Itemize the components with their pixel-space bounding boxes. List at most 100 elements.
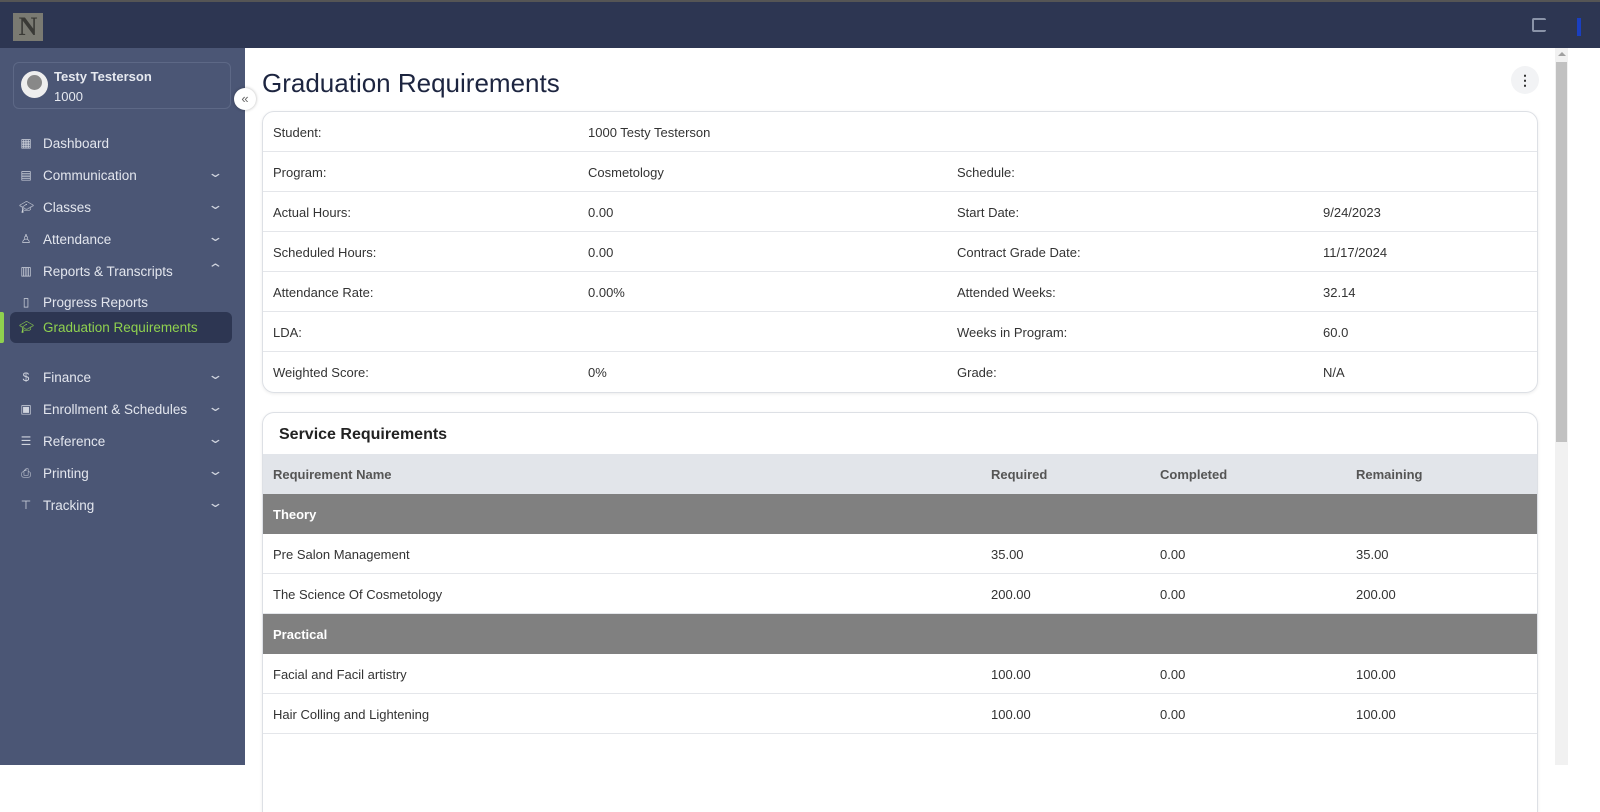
more-options-icon[interactable]: ⋮	[1511, 66, 1539, 94]
table-cell: 35.00	[1356, 547, 1389, 562]
info-label: Weighted Score:	[273, 365, 369, 380]
active-indicator	[0, 312, 4, 343]
chevron-down-icon[interactable]: ⌄	[207, 165, 223, 181]
table-cell: The Science Of Cosmetology	[273, 587, 443, 602]
sidebar-item-classes[interactable]: 🎓︎ Classes ⌄	[0, 192, 245, 222]
info-value: N/A	[1323, 365, 1345, 380]
chevron-down-icon[interactable]: ⌄	[207, 399, 223, 415]
info-value: 0.00%	[588, 285, 625, 300]
signpost-icon: ⊤	[20, 498, 32, 512]
column-header[interactable]: Required	[991, 467, 1047, 482]
table-cell: Pre Salon Management	[273, 547, 410, 562]
info-label: Start Date:	[957, 205, 1020, 220]
sidebar-item-label: Progress Reports	[43, 295, 149, 310]
sidebar-item-reports-transcripts[interactable]: ▥ Reports & Transcripts ⌃	[0, 256, 245, 286]
scroll-up-arrow[interactable]	[1558, 52, 1566, 56]
logout-indicator	[1577, 18, 1581, 36]
info-value: 0.00	[588, 205, 614, 220]
top-bar: N	[0, 0, 1600, 48]
page-title: Graduation Requirements	[262, 68, 560, 98]
chevron-down-icon[interactable]: ⌄	[207, 495, 223, 511]
service-requirements-card: Service Requirements Requirement Name Re…	[262, 412, 1538, 812]
chevron-down-icon[interactable]: ⌄	[207, 229, 223, 245]
scrollbar[interactable]	[1555, 48, 1568, 765]
report-icon: ▥	[20, 264, 32, 278]
info-row: Actual Hours: 0.00 Start Date: 9/24/2023	[263, 192, 1537, 232]
grid-icon: ▦	[20, 136, 32, 150]
chevron-up-icon[interactable]: ⌃	[207, 261, 223, 277]
scrollbar-thumb[interactable]	[1556, 62, 1567, 442]
group-row: Practical	[263, 614, 1537, 654]
sidebar-item-finance[interactable]: $ Finance ⌄	[0, 362, 245, 392]
user-card[interactable]: Testy Testerson 1000	[13, 62, 231, 109]
sidebar-item-communication[interactable]: ▤ Communication ⌄	[0, 160, 245, 190]
sidebar-item-label: Communication	[43, 168, 137, 183]
table-cell: 100.00	[1356, 667, 1396, 682]
sidebar-item-label: Dashboard	[43, 136, 110, 151]
info-label: Actual Hours:	[273, 205, 352, 220]
sidebar-item-label: Graduation Requirements	[43, 320, 198, 335]
info-row: Student: 1000 Testy Testerson	[263, 112, 1537, 152]
table-cell: 100.00	[1356, 707, 1396, 722]
student-info-card: Student: 1000 Testy Testerson Program: Cosm…	[262, 111, 1538, 393]
document-chart-icon: ▯	[22, 295, 30, 309]
table-cell: 200.00	[1356, 587, 1396, 602]
main-content: Graduation Requirements ⋮ Student: 1000 T…	[245, 48, 1555, 812]
table-cell: 100.00	[991, 707, 1031, 722]
sidebar-item-tracking[interactable]: ⊤ Tracking ⌄	[0, 490, 245, 520]
table-row: Hair Colling and Lightening 100.00 0.00 100…	[263, 694, 1537, 734]
column-header[interactable]: Completed	[1160, 467, 1227, 482]
sidebar-item-dashboard[interactable]: ▦ Dashboard	[0, 128, 245, 158]
sidebar-item-attendance[interactable]: ♙ Attendance ⌄	[0, 224, 245, 254]
table-cell: 100.00	[991, 667, 1031, 682]
chevron-down-icon[interactable]: ⌄	[207, 431, 223, 447]
sidebar-item-label: Tracking	[43, 498, 95, 513]
group-row: Theory	[263, 494, 1537, 534]
info-value: 1000 Testy Testerson	[588, 125, 711, 140]
sliders-icon: ☰	[20, 434, 32, 448]
user-name: Testy Testerson	[54, 69, 152, 84]
info-label: Weeks in Program:	[957, 325, 1068, 340]
avatar	[21, 71, 48, 98]
sidebar-item-label: Attendance	[43, 232, 112, 247]
column-header[interactable]: Remaining	[1356, 467, 1422, 482]
printer-icon: ⎙	[21, 466, 31, 480]
chevron-down-icon[interactable]: ⌄	[207, 367, 223, 383]
info-value: 0.00	[588, 245, 614, 260]
user-id: 1000	[54, 89, 83, 104]
table-cell: 0.00	[1160, 667, 1186, 682]
info-row: Scheduled Hours: 0.00 Contract Grade Date:…	[263, 232, 1537, 272]
info-value: 9/24/2023	[1323, 205, 1381, 220]
info-label: LDA:	[273, 325, 302, 340]
info-value: 32.14	[1323, 285, 1356, 300]
sidebar-item-enrollment-schedules[interactable]: ▣ Enrollment & Schedules ⌄	[0, 394, 245, 424]
sidebar-item-reference[interactable]: ☰ Reference ⌄	[0, 426, 245, 456]
info-value: 0%	[588, 365, 607, 380]
info-row: Attendance Rate: 0.00% Attended Weeks: 32.1…	[263, 272, 1537, 312]
sidebar-item-printing[interactable]: ⎙ Printing ⌄	[0, 458, 245, 488]
table-cell: 200.00	[991, 587, 1031, 602]
dollar-icon: $	[22, 370, 30, 384]
info-value: 11/17/2024	[1323, 245, 1388, 260]
table-cell: Hair Colling and Lightening	[273, 707, 430, 722]
collapse-sidebar-button[interactable]: «	[234, 88, 256, 110]
info-label: Attendance Rate:	[273, 285, 374, 300]
column-header[interactable]: Requirement Name	[273, 467, 391, 482]
calendar-icon: ▣	[20, 402, 32, 416]
info-label: Program:	[273, 165, 327, 180]
logout-icon[interactable]	[1532, 18, 1546, 32]
chevron-down-icon[interactable]: ⌄	[207, 463, 223, 479]
user-check-icon: ♙	[20, 232, 32, 246]
sidebar-item-graduation-requirements[interactable]: 🎓︎ Graduation Requirements	[10, 312, 232, 343]
chat-icon: ▤	[20, 168, 32, 182]
chevron-down-icon[interactable]: ⌄	[207, 197, 223, 213]
info-label: Schedule:	[957, 165, 1015, 180]
info-label: Contract Grade Date:	[957, 245, 1081, 260]
table-header: Requirement Name Required Completed Rema…	[263, 454, 1537, 494]
sidebar-item-label: Printing	[43, 466, 89, 481]
graduation-cap-icon: 🎓︎	[19, 200, 35, 214]
table-cell: 0.00	[1160, 707, 1186, 722]
info-row: LDA: Weeks in Program: 60.0	[263, 312, 1537, 352]
info-label: Grade:	[957, 365, 997, 380]
logo[interactable]: N	[13, 13, 43, 41]
